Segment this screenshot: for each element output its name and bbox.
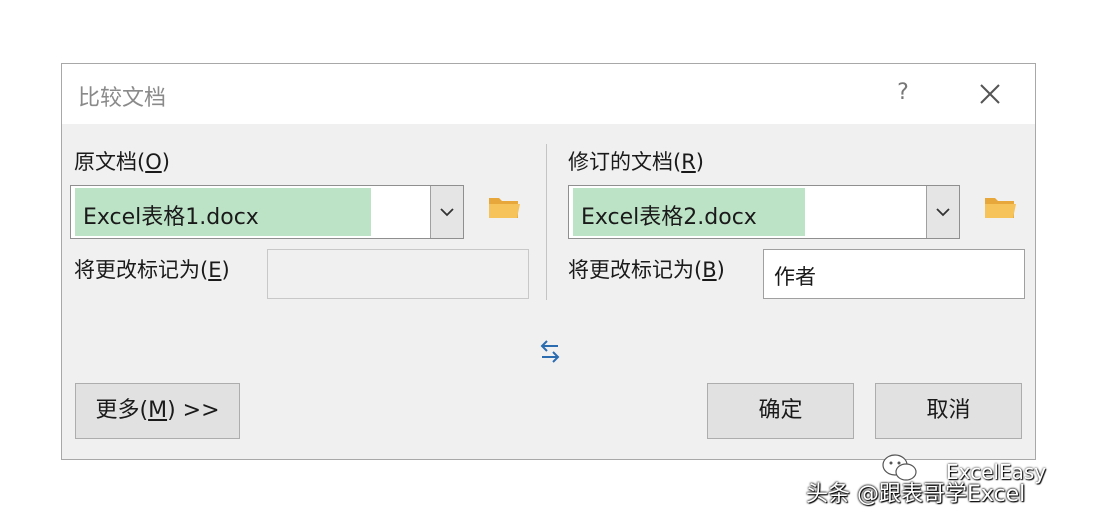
original-document-label: 原文档(O) (74, 150, 170, 174)
original-mark-changes-label: 将更改标记为(E) (74, 258, 230, 282)
folder-icon[interactable] (983, 193, 1017, 221)
chevron-down-icon (936, 208, 950, 217)
close-icon[interactable] (974, 78, 1006, 110)
ok-button[interactable]: 确定 (707, 383, 854, 439)
revised-mark-changes-value: 作者 (774, 265, 816, 289)
original-dropdown-button[interactable] (430, 186, 463, 238)
revised-document-value: Excel表格2.docx (581, 205, 757, 230)
folder-icon[interactable] (487, 193, 521, 221)
title-bar: 比较文档 ? (62, 64, 1035, 124)
original-document-combo[interactable]: Excel表格1.docx (70, 185, 464, 239)
column-divider (546, 144, 547, 300)
cancel-button[interactable]: 取消 (875, 383, 1022, 439)
swap-documents-icon[interactable] (536, 336, 564, 366)
revised-mark-changes-label: 将更改标记为(B) (568, 258, 725, 282)
revised-dropdown-button[interactable] (926, 186, 959, 238)
more-button[interactable]: 更多(M) >> (75, 383, 240, 439)
original-document-value: Excel表格1.docx (83, 205, 259, 230)
watermark-bottom-text: 头条 @跟表哥学Excel (806, 482, 1026, 507)
dialog-title: 比较文档 (78, 86, 167, 111)
revised-document-combo[interactable]: Excel表格2.docx (568, 185, 960, 239)
revised-mark-changes-field[interactable]: 作者 (763, 249, 1025, 299)
chevron-down-icon (440, 208, 454, 217)
original-mark-changes-field[interactable] (267, 249, 529, 299)
revised-document-label: 修订的文档(R) (568, 150, 704, 174)
help-button[interactable]: ? (888, 78, 918, 108)
compare-documents-dialog: 比较文档 ? 原文档(O) Excel表格1.docx 将更改标记为(E) 修订… (61, 63, 1036, 460)
